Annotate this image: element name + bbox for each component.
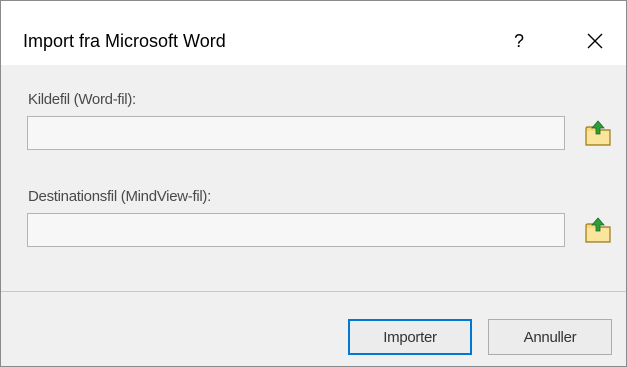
import-button[interactable]: Importer (348, 319, 472, 355)
close-button[interactable] (575, 23, 615, 59)
destination-file-label: Destinationsfil (MindView-fil): (28, 188, 211, 205)
cancel-button-label: Annuller (523, 328, 577, 346)
dialog-title: Import fra Microsoft Word (23, 31, 226, 51)
help-button[interactable]: ? (501, 23, 537, 59)
folder-open-icon (585, 217, 611, 243)
help-icon: ? (513, 30, 524, 51)
destination-browse-button[interactable] (584, 215, 612, 245)
footer-divider (1, 291, 626, 292)
destination-file-input[interactable] (27, 213, 565, 247)
source-file-label: Kildefil (Word-fil): (28, 91, 136, 108)
title-bar: Import fra Microsoft Word ? (1, 1, 626, 65)
import-button-label: Importer (383, 328, 437, 346)
cancel-button[interactable]: Annuller (488, 319, 612, 355)
close-icon (587, 33, 603, 49)
source-browse-button[interactable] (584, 118, 612, 148)
folder-open-icon (585, 120, 611, 146)
import-dialog: Import fra Microsoft Word ? Kildefil (Wo… (0, 0, 627, 367)
source-file-input[interactable] (27, 116, 565, 150)
